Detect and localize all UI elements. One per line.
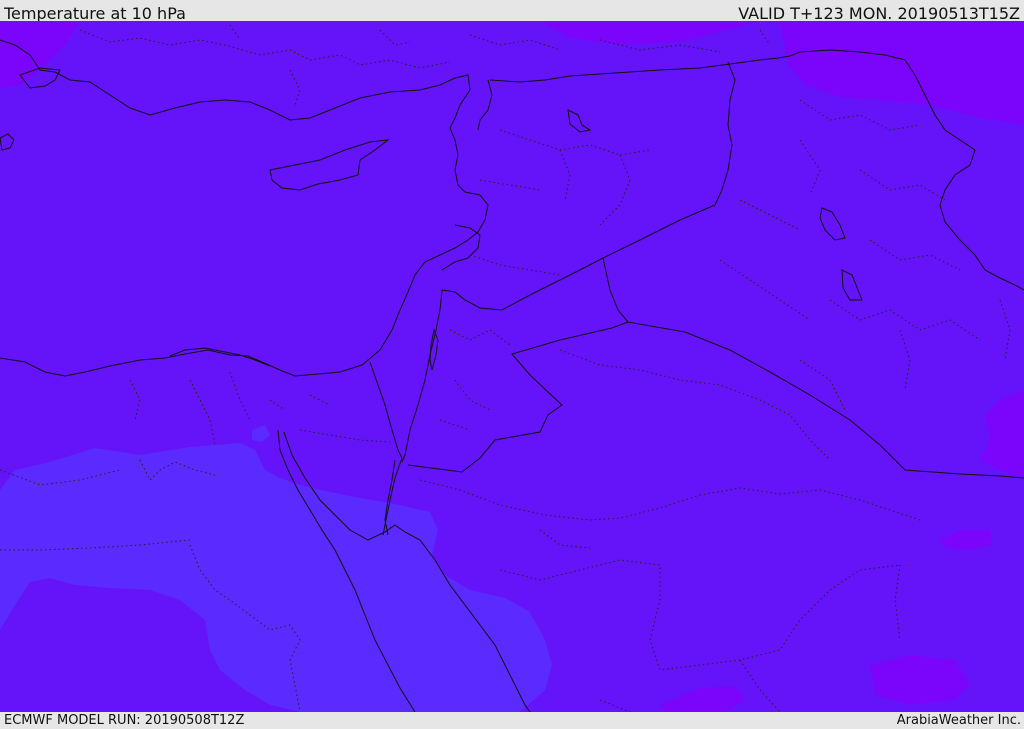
temperature-map xyxy=(0,21,1024,713)
warm-region-southeast xyxy=(870,655,970,705)
map-header: Temperature at 10 hPa VALID T+123 MON. 2… xyxy=(0,0,1024,23)
model-run-label: ECMWF MODEL RUN: 20190508T12Z xyxy=(4,713,245,728)
map-footer: ECMWF MODEL RUN: 20190508T12Z ArabiaWeat… xyxy=(0,712,1024,729)
map-canvas xyxy=(0,21,1024,713)
brand-credit: ArabiaWeather Inc. xyxy=(896,713,1021,728)
